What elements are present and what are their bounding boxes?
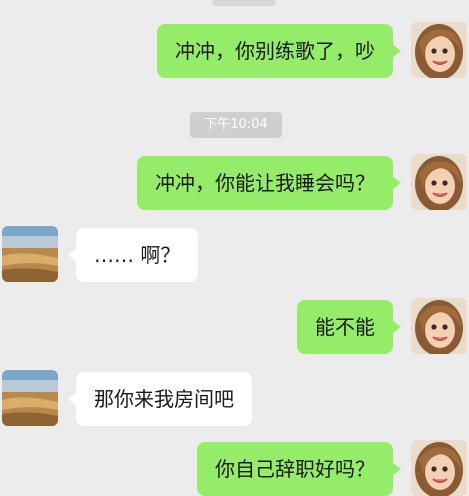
sender-avatar[interactable] <box>411 298 467 354</box>
desert-landscape-icon <box>2 226 58 282</box>
previous-timestamp-edge <box>212 0 276 6</box>
contact-avatar[interactable] <box>2 226 58 282</box>
message-bubble-sent[interactable]: 能不能 <box>297 300 401 354</box>
girl-portrait-icon <box>411 298 467 354</box>
girl-portrait-icon <box>411 22 467 78</box>
sender-avatar[interactable] <box>411 440 467 496</box>
girl-portrait-icon <box>411 154 467 210</box>
desert-landscape-icon <box>2 370 58 426</box>
message-bubble-received[interactable]: 那你来我房间吧 <box>68 372 252 426</box>
message-bubble-sent[interactable]: 冲冲，你别练歌了，吵 <box>157 24 401 78</box>
contact-avatar[interactable] <box>2 370 58 426</box>
message-bubble-sent[interactable]: 冲冲，你能让我睡会吗？ <box>137 156 401 210</box>
sender-avatar[interactable] <box>411 22 467 78</box>
sender-avatar[interactable] <box>411 154 467 210</box>
message-bubble-sent[interactable]: 你自己辞职好吗？ <box>197 442 401 496</box>
message-timestamp: 下午10:04 <box>190 112 282 138</box>
girl-portrait-icon <box>411 440 467 496</box>
message-bubble-received[interactable]: …… 啊？ <box>67 228 199 282</box>
